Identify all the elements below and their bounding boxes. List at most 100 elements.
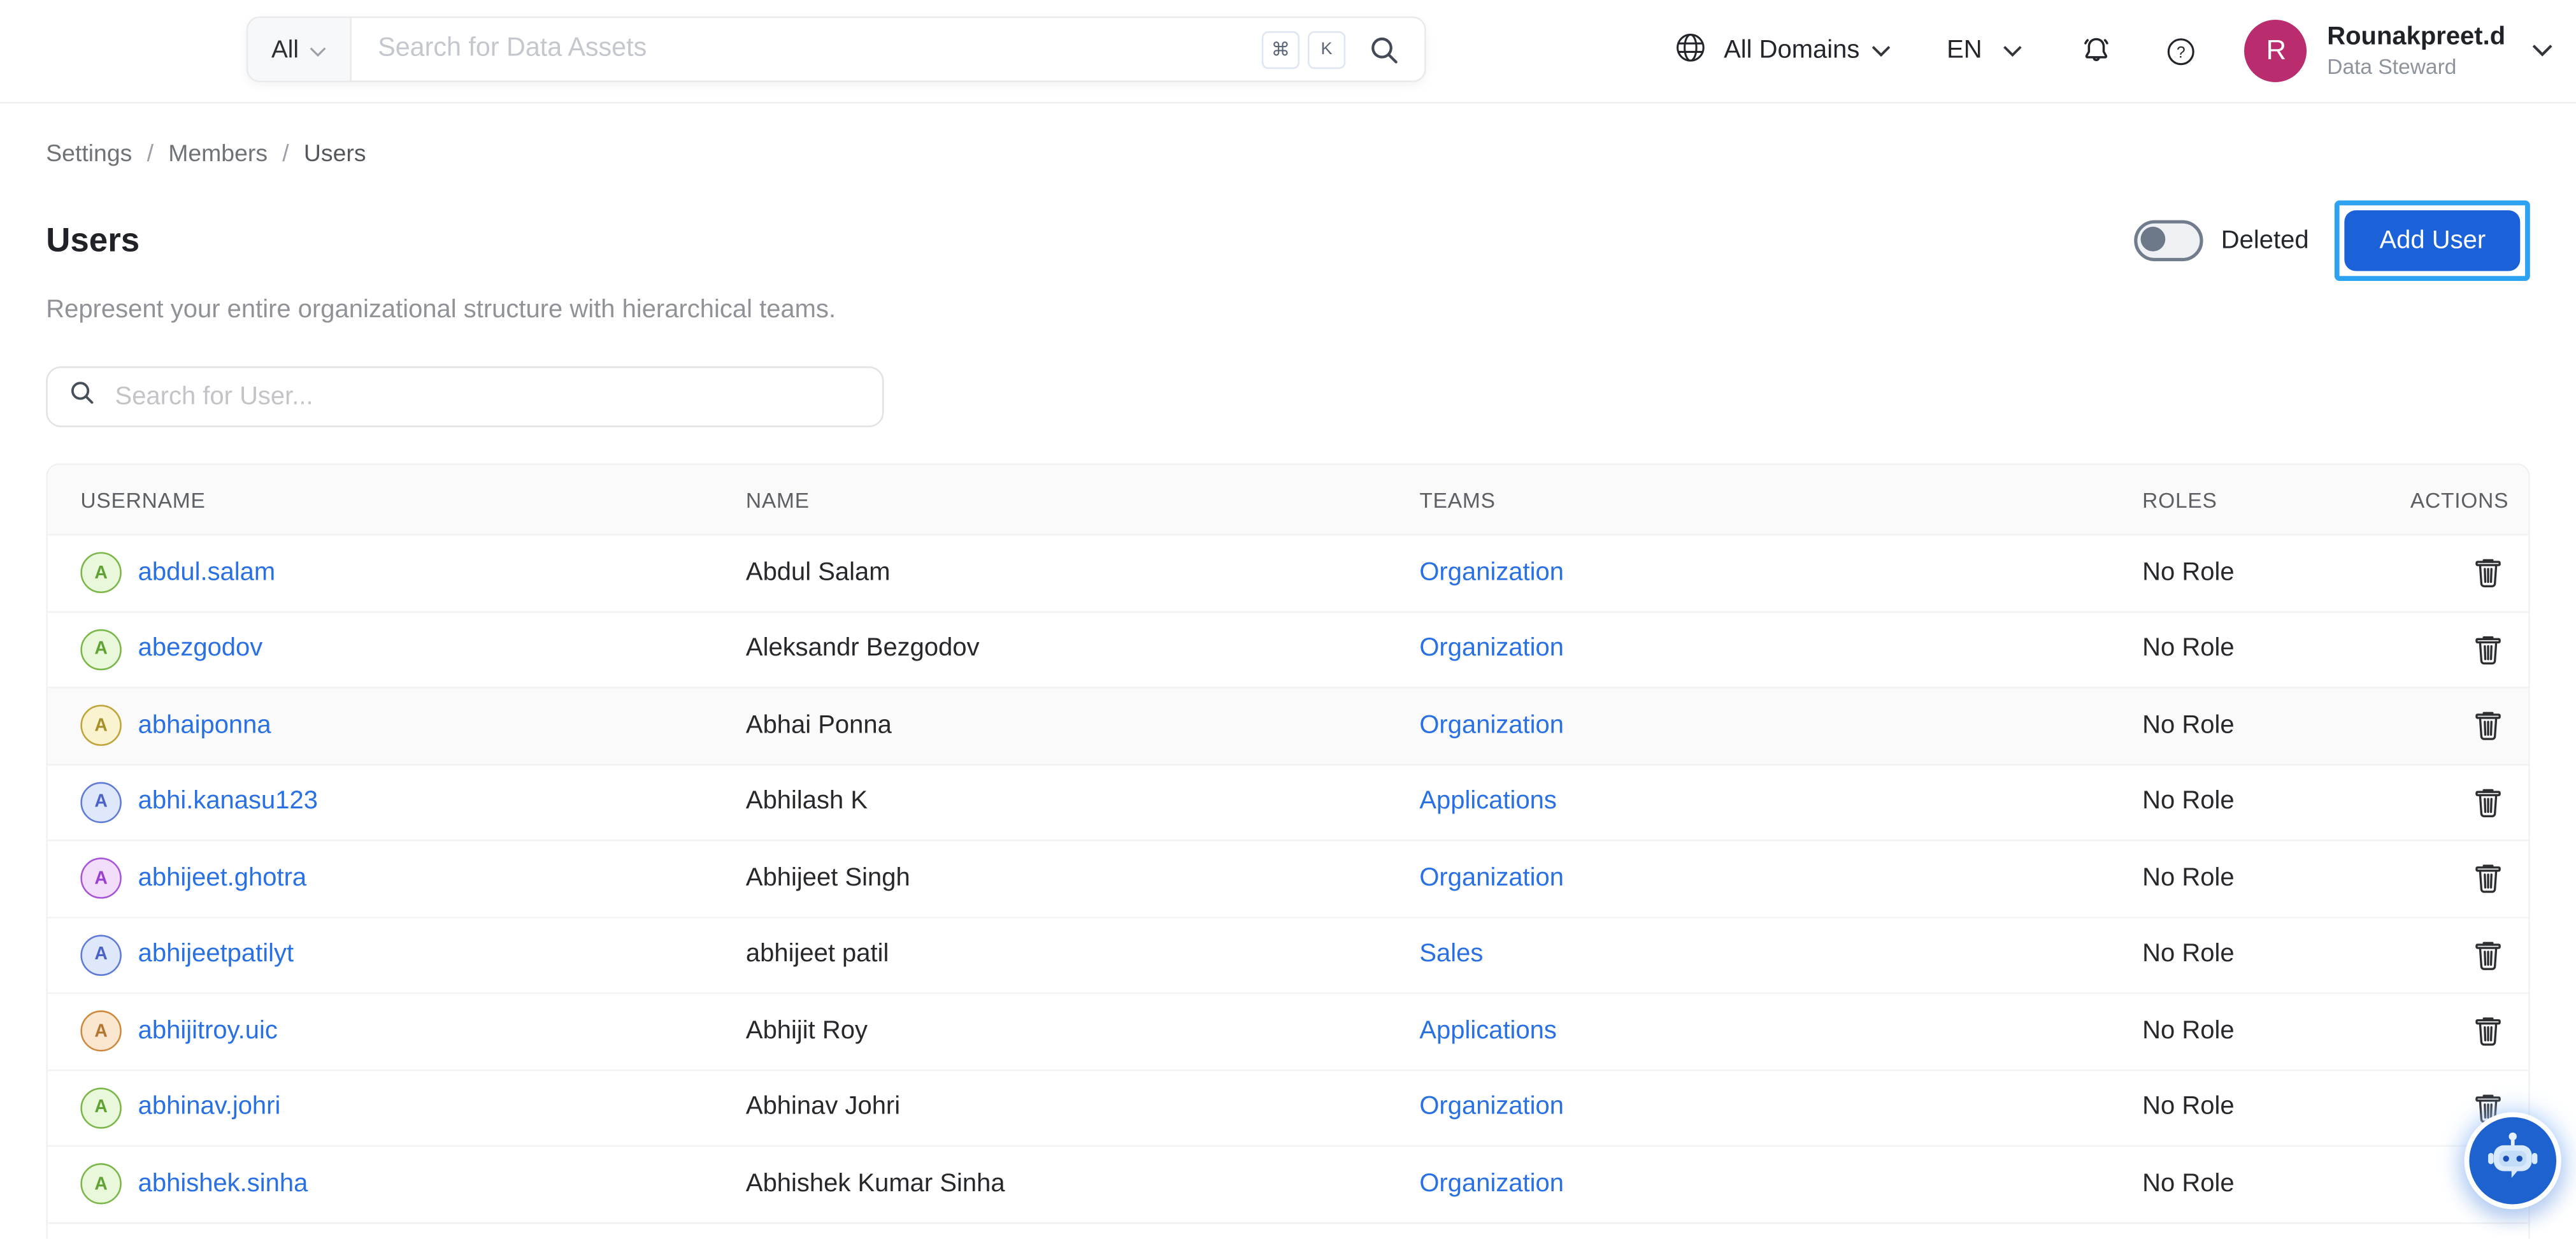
table-header: USERNAME NAME TEAMS ROLES ACTIONS — [48, 465, 2528, 536]
username-link[interactable]: abhijeetpatilyt — [138, 940, 294, 970]
username-link[interactable]: abhijitroy.uic — [138, 1017, 278, 1046]
col-name: NAME — [746, 487, 1419, 512]
profile-name: Rounakpreet.d — [2327, 22, 2505, 54]
delete-user-button[interactable] — [2468, 705, 2508, 746]
deleted-toggle-group: Deleted — [2134, 220, 2309, 261]
page-subtitle: Represent your entire organizational str… — [46, 296, 2530, 325]
cmd-key-badge: ⌘ — [1262, 31, 1299, 68]
user-role: No Role — [2142, 787, 2408, 817]
chat-assistant-button[interactable] — [2465, 1112, 2561, 1209]
user-role: No Role — [2142, 634, 2408, 664]
delete-user-button[interactable] — [2468, 552, 2508, 593]
team-link[interactable]: Sales — [1419, 940, 1483, 968]
user-role: No Role — [2142, 711, 2408, 740]
col-roles: ROLES — [2142, 487, 2408, 512]
username-link[interactable]: abezgodov — [138, 634, 263, 664]
breadcrumb-settings[interactable]: Settings — [46, 141, 132, 168]
deleted-toggle[interactable] — [2134, 220, 2203, 261]
users-table: USERNAME NAME TEAMS ROLES ACTIONS Aabdul… — [46, 463, 2530, 1238]
user-name: Abhai Ponna — [746, 711, 1419, 740]
chevron-down-icon — [2531, 36, 2553, 66]
username-link[interactable]: abdul.salam — [138, 558, 276, 587]
top-bar-right: All Domains EN — [1673, 0, 2553, 102]
global-search-bar: All ⌘ K — [247, 17, 1426, 82]
add-user-button[interactable]: Add User — [2345, 210, 2520, 271]
search-icon — [68, 378, 97, 415]
domains-label: All Domains — [1724, 36, 1859, 66]
user-name: Aleksandr Bezgodov — [746, 634, 1419, 664]
user-role: No Role — [2142, 558, 2408, 587]
notifications-bell-icon[interactable] — [2079, 33, 2115, 69]
table-row: Aabhi.kanasu123 Abhilash K Applications … — [48, 765, 2528, 842]
deleted-toggle-label: Deleted — [2221, 226, 2309, 255]
user-role: No Role — [2142, 864, 2408, 893]
svg-text:?: ? — [2177, 43, 2186, 61]
delete-user-button[interactable] — [2468, 935, 2508, 975]
profile-menu[interactable]: R Rounakpreet.d Data Steward — [2245, 20, 2553, 82]
team-link[interactable]: Organization — [1419, 1093, 1564, 1121]
username-link[interactable]: abhinav.johri — [138, 1093, 281, 1122]
help-icon[interactable]: ? — [2165, 34, 2199, 68]
avatar: A — [80, 1011, 121, 1052]
team-link[interactable]: Applications — [1419, 1017, 1557, 1045]
search-scope-label: All — [271, 35, 299, 63]
avatar: A — [80, 1164, 121, 1205]
user-role: No Role — [2142, 1017, 2408, 1046]
table-row: Aabhishek.sinha Abhishek Kumar Sinha Org… — [48, 1147, 2528, 1223]
team-link[interactable]: Organization — [1419, 558, 1564, 586]
avatar: A — [80, 858, 121, 899]
chevron-down-icon — [308, 35, 326, 63]
avatar: R — [2245, 20, 2307, 82]
domains-dropdown[interactable]: All Domains — [1673, 29, 1891, 73]
username-link[interactable]: abhi.kanasu123 — [138, 787, 318, 817]
avatar: A — [80, 705, 121, 746]
breadcrumb: Settings / Members / Users — [46, 141, 2530, 168]
avatar: A — [80, 782, 121, 822]
delete-user-button[interactable] — [2468, 629, 2508, 670]
table-row: Aabhijeetpatilyt abhijeet patil Sales No… — [48, 917, 2528, 994]
username-link[interactable]: abhaiponna — [138, 711, 271, 740]
avatar: A — [80, 1087, 121, 1128]
breadcrumb-users[interactable]: Users — [304, 141, 366, 168]
avatar: A — [80, 629, 121, 670]
team-link[interactable]: Organization — [1419, 1170, 1564, 1198]
user-role: No Role — [2142, 940, 2408, 970]
main-content: Settings / Members / Users Users Deleted… — [0, 141, 2576, 1239]
table-row: Aabezgodov Aleksandr Bezgodov Organizati… — [48, 612, 2528, 689]
user-name: Abdul Salam — [746, 558, 1419, 587]
table-row: Aabhijitroy.uic Abhijit Roy Applications… — [48, 994, 2528, 1070]
table-row: Aabdul.salam Abdul Salam Organization No… — [48, 536, 2528, 612]
username-link[interactable]: abhishek.sinha — [138, 1170, 308, 1199]
col-actions: ACTIONS — [2408, 487, 2528, 512]
username-link[interactable]: abhijeet.ghotra — [138, 864, 307, 893]
app-root: All ⌘ K Al — [0, 0, 2576, 1239]
chevron-down-icon — [2003, 36, 2023, 66]
team-link[interactable]: Organization — [1419, 634, 1564, 662]
delete-user-button[interactable] — [2468, 782, 2508, 822]
avatar: A — [80, 552, 121, 593]
avatar: A — [80, 935, 121, 975]
team-link[interactable]: Applications — [1419, 787, 1557, 815]
table-row: Aabhaiponna Abhai Ponna Organization No … — [48, 689, 2528, 765]
user-name: Abhijit Roy — [746, 1017, 1419, 1046]
robot-icon — [2482, 1126, 2543, 1195]
asset-search-input[interactable] — [352, 34, 1262, 64]
user-name: Abhinav Johri — [746, 1093, 1419, 1122]
team-link[interactable]: Organization — [1419, 864, 1564, 892]
language-dropdown[interactable]: EN — [1947, 36, 2023, 66]
delete-user-button[interactable] — [2468, 858, 2508, 899]
table-row: Aabhinav.johri Abhinav Johri Organizatio… — [48, 1070, 2528, 1147]
search-scope-dropdown[interactable]: All — [248, 18, 351, 80]
globe-icon — [1673, 29, 1709, 73]
team-link[interactable]: Organization — [1419, 711, 1564, 739]
delete-user-button[interactable] — [2468, 1011, 2508, 1052]
page-title: Users — [46, 221, 140, 261]
table-row: Aabnerhenrique08 Abner Henrique Data No … — [48, 1223, 2528, 1239]
user-name: Abhijeet Singh — [746, 864, 1419, 893]
col-username: USERNAME — [48, 487, 746, 512]
search-icon[interactable] — [1367, 32, 1401, 66]
user-search-box — [46, 366, 884, 427]
chevron-down-icon — [1871, 36, 1891, 66]
breadcrumb-members[interactable]: Members — [168, 141, 268, 168]
user-search-input[interactable] — [111, 380, 862, 413]
